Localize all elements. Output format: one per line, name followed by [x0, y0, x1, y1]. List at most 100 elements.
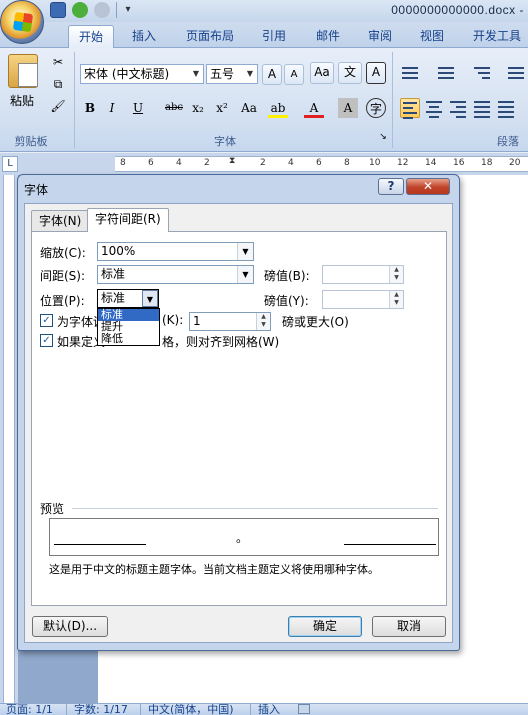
spacing-by-spinner[interactable]: ▲ ▼ — [322, 265, 404, 284]
position-dropdown-list[interactable]: 标准 提升 降低 — [97, 308, 160, 346]
ribbon-tabs: 开始 开始 插入 页面布局 引用 邮件 审阅 视图 开发工具 — [0, 22, 528, 48]
chevron-down-icon: ▼ — [192, 69, 200, 78]
distributed-icon[interactable] — [496, 98, 516, 118]
snap-to-grid-checkbox[interactable]: ✓ — [40, 334, 53, 347]
grid-label-end[interactable]: 格，则对齐到网格(W) — [162, 333, 279, 350]
superscript-icon[interactable]: x² — [212, 98, 232, 118]
numbering-icon[interactable] — [436, 64, 456, 84]
status-bar: 页面: 1/1 字数: 1/17 中文(简体，中国) 插入 — [0, 703, 528, 715]
ruler-number: 20 — [509, 158, 521, 168]
spacing-select[interactable]: 标准 ▼ — [97, 265, 254, 284]
tab-insert[interactable]: 插入 — [124, 25, 164, 48]
status-language[interactable]: 中文(简体，中国) — [148, 704, 234, 715]
tab-references[interactable]: 引用 — [254, 25, 294, 48]
help-button[interactable]: ? — [378, 178, 404, 195]
tab-view[interactable]: 视图 — [412, 25, 452, 48]
format-painter-icon[interactable]: 🖌 — [48, 96, 68, 116]
ruler-number: 12 — [397, 158, 409, 168]
bold-icon[interactable]: B — [80, 98, 100, 118]
spinner-arrows-icon[interactable]: ▲ ▼ — [389, 266, 403, 283]
decrease-indent-icon[interactable] — [506, 64, 526, 84]
subscript-icon[interactable]: x₂ — [188, 98, 208, 118]
ruler-number: 10 — [369, 158, 381, 168]
toolbar-divider — [116, 2, 117, 18]
phonetic-guide-icon[interactable]: 文 — [338, 62, 362, 84]
justify-icon[interactable] — [472, 98, 492, 118]
ruler-number: 2 — [260, 158, 266, 168]
position-by-spinner[interactable]: ▲ ▼ — [322, 290, 404, 309]
status-mode[interactable]: 插入 — [258, 704, 280, 715]
bullets-icon[interactable] — [400, 64, 420, 84]
tab-page-layout[interactable]: 页面布局 — [178, 25, 242, 48]
grow-font-icon[interactable]: A — [262, 64, 282, 85]
align-left-icon[interactable] — [400, 98, 420, 119]
save-icon[interactable] — [50, 2, 66, 18]
kerning-spinner[interactable]: 1 ▲ ▼ — [189, 312, 271, 331]
macro-record-icon[interactable] — [298, 704, 310, 714]
tab-font[interactable]: 字体(N) — [31, 210, 90, 231]
horizontal-ruler[interactable]: 8 6 4 2 ⧗ 2 4 6 8 10 12 14 16 18 20 — [115, 156, 528, 172]
tab-selector-icon[interactable]: L — [2, 156, 18, 172]
preview-box: 。 — [49, 518, 439, 556]
align-right-icon[interactable] — [448, 98, 468, 118]
status-page[interactable]: 页面: 1/1 — [6, 704, 53, 715]
quick-access-toolbar: ▾ — [50, 2, 133, 18]
scale-select[interactable]: 100% ▼ — [97, 242, 254, 261]
font-dialog-launcher-icon[interactable]: ↘ — [376, 130, 390, 144]
kerning-checkbox[interactable]: ✓ — [40, 314, 53, 327]
tab-review[interactable]: 审阅 — [360, 25, 400, 48]
copy-icon[interactable]: ⧉ — [48, 74, 68, 94]
ruler-number: 4 — [288, 158, 294, 168]
office-button[interactable] — [0, 0, 44, 44]
cancel-button[interactable]: 取消 — [372, 616, 446, 637]
status-divider — [66, 704, 67, 715]
indent-marker-icon[interactable]: ⧗ — [229, 156, 235, 166]
tab-home-active[interactable]: 开始 — [68, 25, 114, 48]
italic-icon[interactable]: I — [102, 98, 122, 118]
preview-note: 这是用于中文的标题主题字体。当前文档主题定义将使用哪种字体。 — [49, 563, 379, 576]
tab-mailings[interactable]: 邮件 — [308, 25, 348, 48]
document-title: 0000000000000.docx - — [391, 3, 524, 17]
align-center-icon[interactable] — [424, 98, 444, 118]
font-size-combo[interactable]: 五号 ▼ — [206, 64, 258, 84]
customize-toolbar-icon[interactable]: ▾ — [123, 2, 133, 18]
spinner-arrows-icon[interactable]: ▲ ▼ — [389, 291, 403, 308]
font-name-combo[interactable]: 宋体 (中文标题) ▼ — [80, 64, 204, 84]
tab-developer[interactable]: 开发工具 — [466, 25, 528, 48]
enclose-characters-icon[interactable]: 字 — [366, 98, 386, 118]
clear-format-icon[interactable]: Aa — [310, 62, 334, 84]
tab-character-spacing[interactable]: 字符间距(R) — [87, 208, 169, 232]
multilevel-list-icon[interactable] — [472, 64, 492, 84]
undo-icon[interactable] — [72, 2, 88, 18]
position-label: 位置(P): — [40, 294, 85, 308]
underline-icon[interactable]: U — [128, 98, 148, 118]
paste-icon[interactable] — [8, 54, 38, 88]
status-words[interactable]: 字数: 1/17 — [74, 704, 128, 715]
paragraph-group-label: 段落 — [497, 135, 519, 148]
character-border-icon[interactable]: A — [366, 62, 386, 84]
status-divider — [250, 704, 251, 715]
spinner-arrows-icon[interactable]: ▲ ▼ — [256, 313, 270, 330]
position-option[interactable]: 降低 — [98, 333, 159, 345]
title-bar: ▾ 0000000000000.docx - — [0, 0, 528, 22]
redo-icon[interactable] — [94, 2, 110, 18]
character-shading-icon[interactable]: A — [338, 98, 358, 118]
highlight-icon[interactable]: ab — [268, 98, 288, 118]
kerning-label-end[interactable]: (K): — [162, 313, 183, 327]
position-select[interactable]: 标准 ▼ — [97, 289, 159, 308]
ok-button[interactable]: 确定 — [288, 616, 362, 637]
scale-label: 缩放(C): — [40, 246, 86, 260]
close-button[interactable]: ✕ — [406, 178, 450, 195]
cut-icon[interactable]: ✂ — [48, 52, 68, 72]
font-color-icon[interactable]: A — [304, 98, 324, 118]
preview-line-left — [54, 544, 146, 545]
change-case-icon[interactable]: Aa — [236, 98, 262, 118]
set-default-button[interactable]: 默认(D)... — [32, 616, 108, 637]
shrink-font-icon[interactable]: A — [284, 64, 304, 85]
paste-label[interactable]: 粘贴 — [10, 92, 34, 109]
vertical-ruler[interactable] — [0, 175, 18, 703]
ruler-number: 6 — [148, 158, 154, 168]
ruler-number: 4 — [176, 158, 182, 168]
strikethrough-icon[interactable]: abc — [164, 98, 184, 118]
status-divider — [140, 704, 141, 715]
